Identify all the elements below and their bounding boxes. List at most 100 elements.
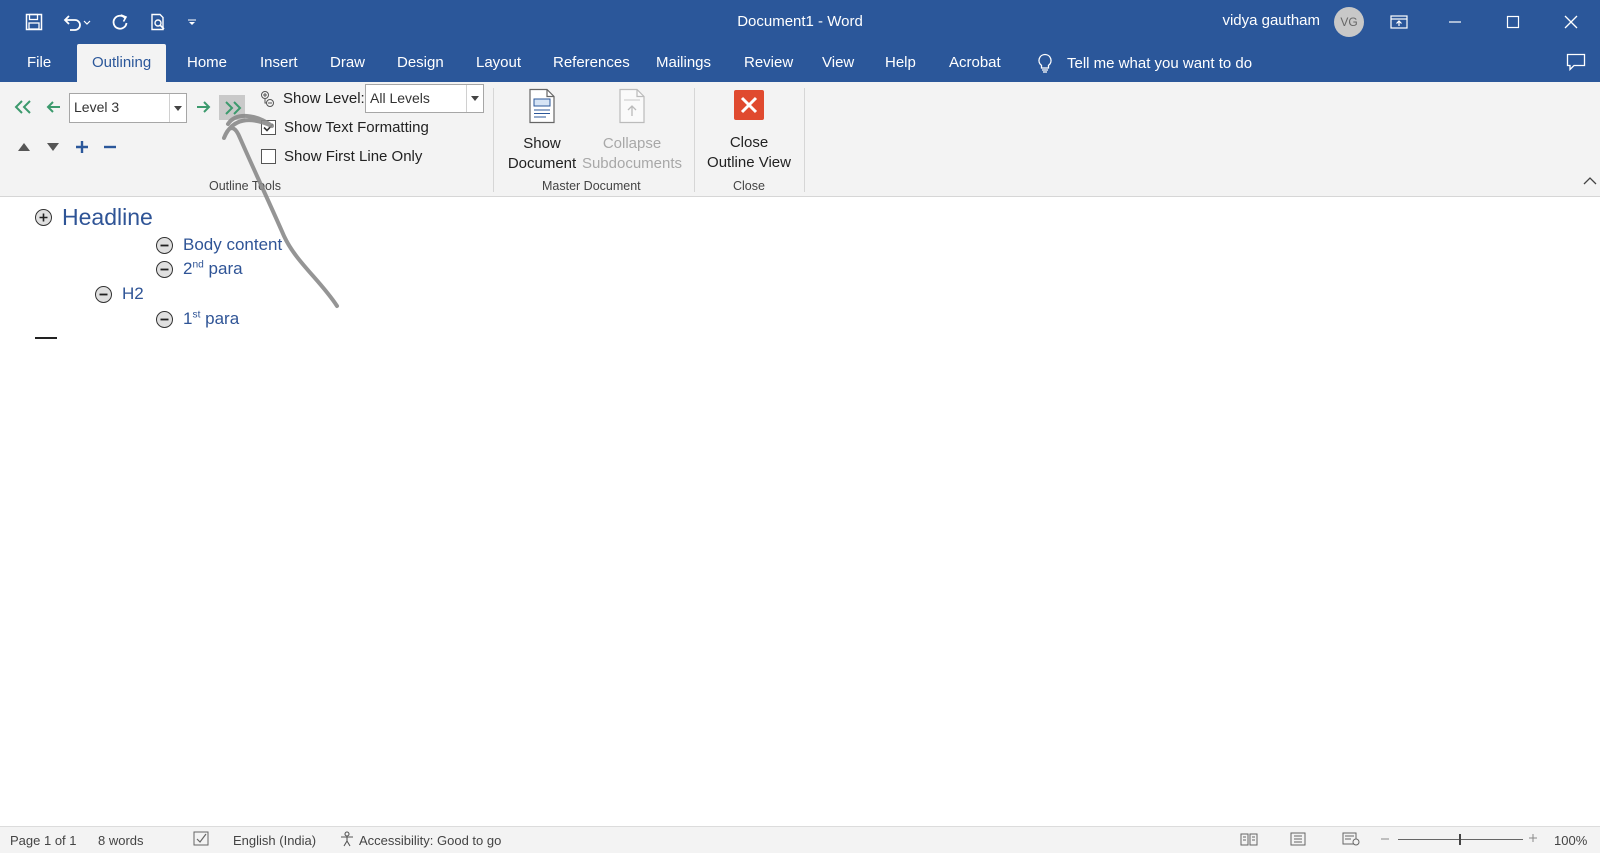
show-text-formatting-checkbox[interactable]: Show Text Formatting [261, 119, 429, 136]
tab-layout[interactable]: Layout [476, 44, 521, 82]
tab-acrobat[interactable]: Acrobat [949, 44, 1001, 82]
show-document-icon [529, 88, 555, 124]
tab-outlining[interactable]: Outlining [77, 44, 167, 82]
comments-button[interactable] [1566, 53, 1586, 76]
outline-item-body-content[interactable]: Body content [156, 235, 282, 255]
chevron-up-icon [1583, 177, 1597, 185]
minimize-icon [1449, 21, 1461, 23]
group-separator [804, 88, 805, 192]
show-level-icon [261, 91, 274, 107]
print-layout-button[interactable] [1290, 832, 1306, 849]
outline-item-first-para[interactable]: 1st para [156, 309, 239, 329]
title-bar: Document1 - Word vidya gautham VG [0, 0, 1600, 44]
show-first-line-only-checkbox[interactable]: Show First Line Only [261, 148, 422, 165]
close-group-label: Close [733, 179, 765, 193]
user-name[interactable]: vidya gautham [1222, 12, 1320, 29]
show-level-dropdown[interactable]: All Levels [365, 84, 484, 113]
proofing-icon[interactable] [193, 831, 211, 850]
maximize-button[interactable] [1484, 0, 1542, 44]
minus-icon [160, 268, 169, 270]
second-para-text: 2nd para [183, 259, 243, 278]
tab-home[interactable]: Home [187, 44, 227, 82]
outline-level-dropdown[interactable]: Level 3 [69, 93, 187, 123]
move-down-button[interactable] [44, 138, 62, 156]
promote-to-heading-1-button[interactable] [13, 96, 35, 118]
demote-to-body-text-button[interactable] [219, 95, 245, 120]
language-indicator[interactable]: English (India) [233, 833, 316, 848]
web-layout-button[interactable] [1342, 832, 1360, 849]
collapse-button[interactable] [100, 137, 120, 157]
show-level-dropdown-arrow[interactable] [466, 85, 483, 112]
show-document-label-2: Document [507, 155, 577, 172]
page-count[interactable]: Page 1 of 1 [10, 833, 77, 848]
tell-me-text: Tell me what you want to do [1067, 54, 1253, 72]
expand-button[interactable] [72, 137, 92, 157]
tab-insert[interactable]: Insert [260, 44, 298, 82]
tab-references[interactable]: References [553, 44, 630, 82]
triangle-up-icon [18, 143, 30, 151]
tab-view[interactable]: View [822, 44, 854, 82]
double-left-arrow-icon [14, 100, 31, 114]
web-layout-icon [1342, 832, 1360, 846]
close-outline-view-button[interactable]: Close Outline View [703, 89, 795, 173]
collapse-subdocuments-button[interactable]: Collapse Subdocuments [579, 88, 685, 174]
show-first-line-only-box[interactable] [261, 149, 276, 164]
ribbon-display-options-button[interactable] [1370, 0, 1428, 44]
tell-me-search[interactable]: Tell me what you want to do [1037, 44, 1252, 82]
outline-item-h2[interactable]: H2 [95, 284, 144, 304]
collapse-subdocuments-label-1: Collapse [602, 135, 662, 152]
ribbon-display-icon [1390, 15, 1408, 29]
outline-level-dropdown-arrow[interactable] [169, 94, 186, 122]
tab-file[interactable]: File [27, 44, 51, 82]
show-level-label: Show Level: [283, 90, 365, 107]
tab-mailings[interactable]: Mailings [656, 44, 711, 82]
close-outline-view-label-1: Close [729, 134, 769, 151]
left-arrow-icon [46, 101, 60, 113]
ribbon: Level 3 Show Level: All Levels Show Text… [0, 82, 1600, 197]
demote-button[interactable] [193, 96, 215, 118]
outline-expand-symbol[interactable] [35, 209, 52, 226]
show-text-formatting-box[interactable] [261, 120, 276, 135]
double-right-arrow-icon [225, 100, 242, 115]
outline-collapse-symbol[interactable] [156, 260, 173, 278]
zoom-slider-thumb[interactable] [1459, 834, 1461, 845]
tab-help[interactable]: Help [885, 44, 916, 82]
zoom-in-button[interactable] [1528, 831, 1538, 846]
outline-level-value: Level 3 [74, 99, 120, 115]
close-window-button[interactable] [1542, 0, 1600, 44]
empty-outline-marker[interactable] [35, 337, 57, 339]
zoom-out-button[interactable] [1380, 831, 1390, 847]
document-canvas[interactable]: Headline Body content 2nd para H2 1st pa… [0, 197, 1600, 825]
tab-design[interactable]: Design [397, 44, 444, 82]
move-up-button[interactable] [15, 138, 33, 156]
outline-tools-group-label: Outline Tools [209, 179, 282, 193]
triangle-down-icon [47, 143, 59, 151]
group-separator [694, 88, 695, 192]
collapse-ribbon-button[interactable] [1582, 174, 1598, 188]
show-document-button[interactable]: Show Document [504, 88, 580, 174]
minimize-button[interactable] [1426, 0, 1484, 44]
collapse-subdocuments-icon [619, 88, 645, 124]
read-mode-icon [1240, 833, 1258, 846]
zoom-level[interactable]: 100% [1554, 833, 1587, 848]
promote-button[interactable] [42, 96, 64, 118]
outline-collapse-symbol[interactable] [95, 285, 112, 303]
accessibility-status[interactable]: Accessibility: Good to go [359, 833, 501, 848]
show-first-line-only-label: Show First Line Only [284, 148, 423, 165]
ribbon-tab-bar: File Outlining Home Insert Draw Design L… [0, 44, 1600, 82]
avatar[interactable]: VG [1334, 7, 1364, 37]
show-text-formatting-label: Show Text Formatting [284, 119, 429, 136]
tab-review[interactable]: Review [744, 44, 793, 82]
show-document-label-1: Show [523, 135, 561, 152]
outline-collapse-symbol[interactable] [156, 236, 173, 254]
chevron-down-icon [174, 105, 182, 111]
outline-item-second-para[interactable]: 2nd para [156, 259, 243, 279]
tab-draw[interactable]: Draw [330, 44, 365, 82]
outline-collapse-symbol[interactable] [156, 310, 173, 328]
read-mode-button[interactable] [1240, 832, 1258, 849]
master-document-group-label: Master Document [542, 179, 641, 193]
word-count[interactable]: 8 words [98, 833, 144, 848]
headline-text: Headline [62, 204, 153, 230]
outline-item-headline[interactable]: Headline [35, 204, 153, 231]
minus-icon [160, 318, 169, 320]
